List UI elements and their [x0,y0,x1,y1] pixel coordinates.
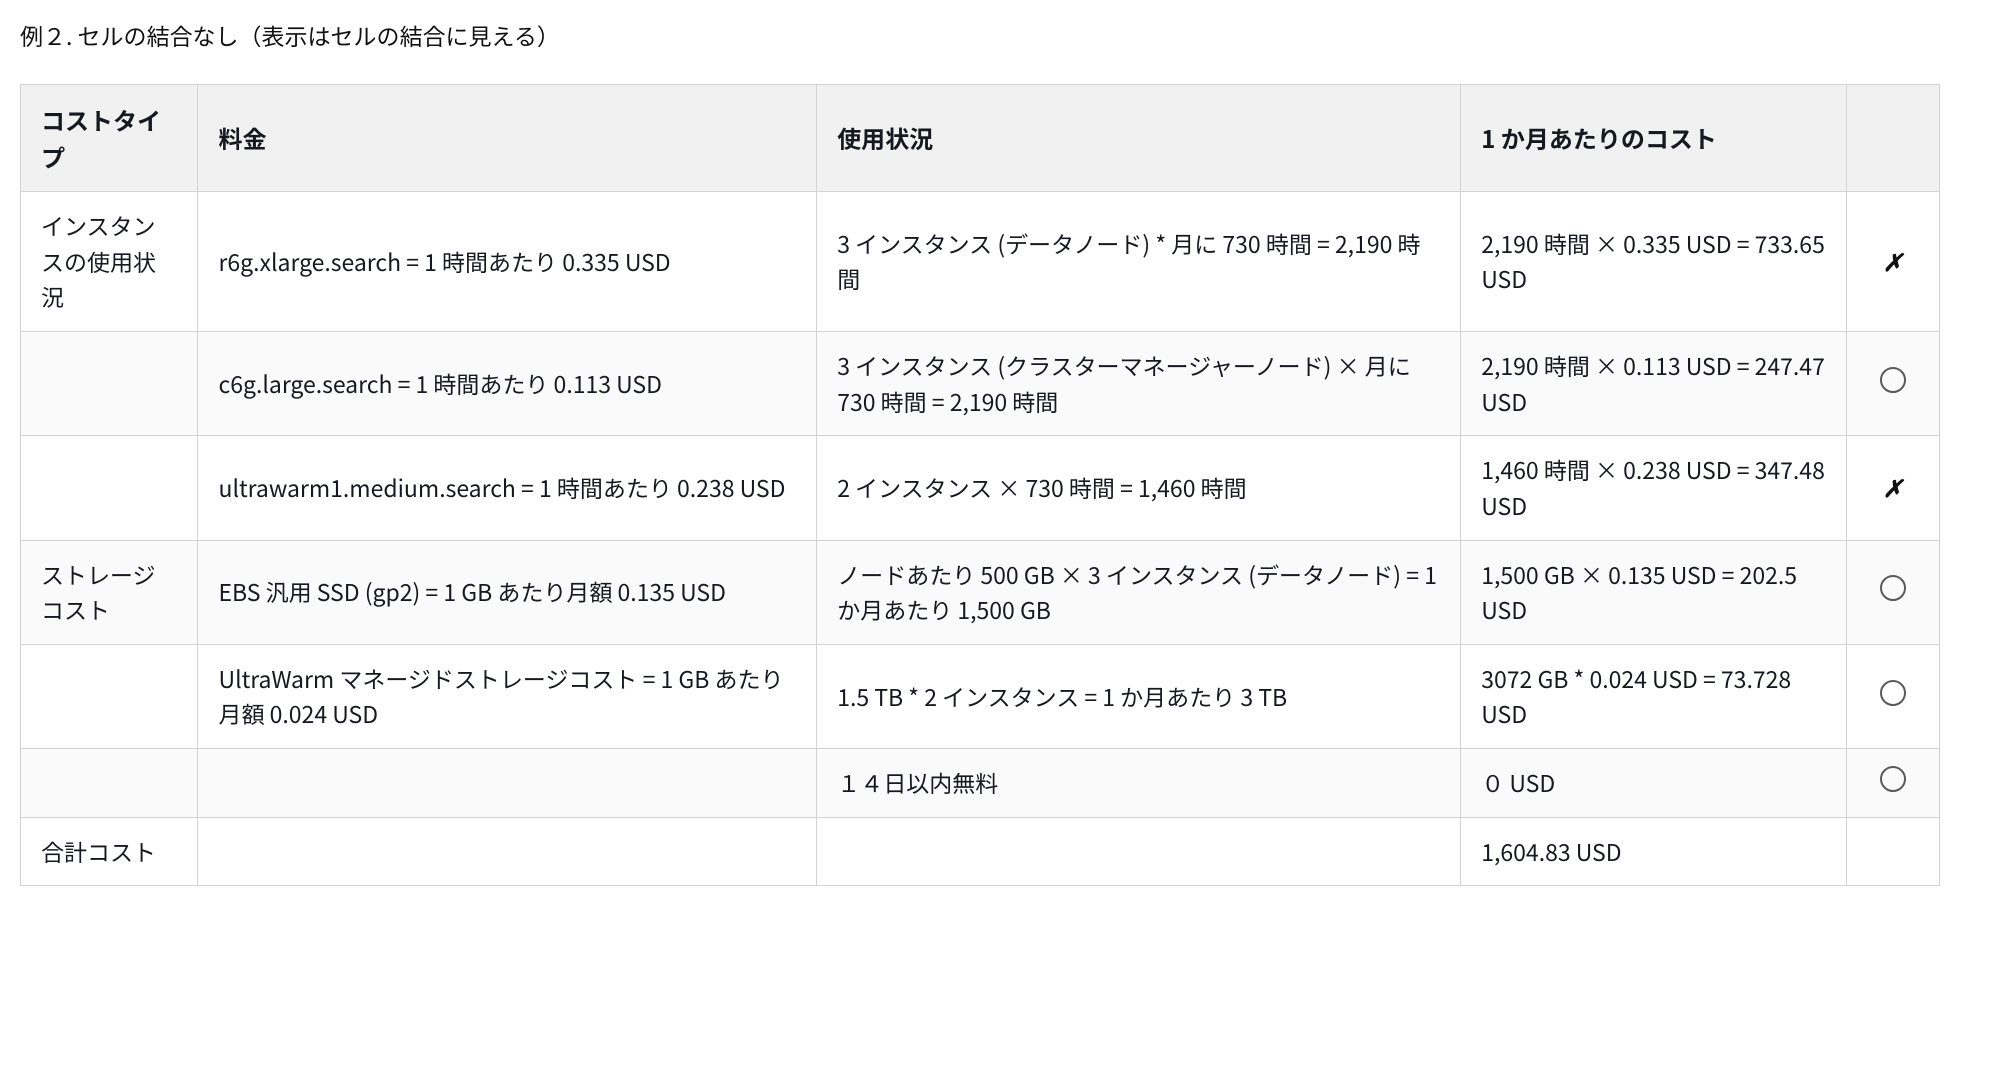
cell-per-month: 1,460 時間 × 0.238 USD = 347.48 USD [1461,436,1846,540]
table-row: 合計コスト 1,604.83 USD [21,817,1940,886]
page: 例２. セルの結合なし（表示はセルの結合に見える） コストタイプ 料金 使用状況… [0,0,1960,926]
circle-icon [1880,575,1906,601]
table-row: ストレージコスト EBS 汎用 SSD (gp2) = 1 GB あたり月額 0… [21,540,1940,644]
cell-mark [1846,331,1939,435]
table-header-row: コストタイプ 料金 使用状況 1 か月あたりのコスト [21,84,1940,191]
cell-cost-type: ストレージコスト [21,540,198,644]
cell-rate [198,749,817,818]
cell-per-month: 2,190 時間 × 0.335 USD = 733.65 USD [1461,192,1846,332]
col-header-per-month: 1 か月あたりのコスト [1461,84,1846,191]
cell-rate: r6g.xlarge.search = 1 時間あたり 0.335 USD [198,192,817,332]
cell-cost-type [21,644,198,748]
cell-mark [1846,749,1939,818]
circle-icon [1880,766,1906,792]
cell-usage [817,817,1461,886]
cell-mark [1846,644,1939,748]
cell-usage: 3 インスタンス (データノード) * 月に 730 時間 = 2,190 時間 [817,192,1461,332]
cell-rate: ultrawarm1.medium.search = 1 時間あたり 0.238… [198,436,817,540]
cell-usage: １４日以内無料 [817,749,1461,818]
cell-mark [1846,540,1939,644]
cell-rate: c6g.large.search = 1 時間あたり 0.113 USD [198,331,817,435]
table-row: １４日以内無料 ０ USD [21,749,1940,818]
cell-rate [198,817,817,886]
cell-mark: ✗ [1846,192,1939,332]
cell-rate: EBS 汎用 SSD (gp2) = 1 GB あたり月額 0.135 USD [198,540,817,644]
circle-icon [1880,680,1906,706]
table-row: UltraWarm マネージドストレージコスト = 1 GB あたり月額 0.0… [21,644,1940,748]
col-header-mark [1846,84,1939,191]
cell-usage: 1.5 TB * 2 インスタンス = 1 か月あたり 3 TB [817,644,1461,748]
cell-mark [1846,817,1939,886]
section-heading: 例２. セルの結合なし（表示はセルの結合に見える） [20,18,1940,54]
circle-icon [1880,367,1906,393]
x-icon: ✗ [1883,249,1903,273]
col-header-rate: 料金 [198,84,817,191]
x-icon: ✗ [1883,475,1903,499]
cell-usage: 3 インスタンス (クラスターマネージャーノード) × 月に 730 時間 = … [817,331,1461,435]
cell-per-month: 1,604.83 USD [1461,817,1846,886]
cell-usage: ノードあたり 500 GB × 3 インスタンス (データノード) = 1 か月… [817,540,1461,644]
table-row: インスタンスの使用状況 r6g.xlarge.search = 1 時間あたり … [21,192,1940,332]
cell-per-month: 1,500 GB × 0.135 USD = 202.5 USD [1461,540,1846,644]
cost-table-body: インスタンスの使用状況 r6g.xlarge.search = 1 時間あたり … [21,192,1940,886]
cell-cost-type [21,749,198,818]
cell-rate: UltraWarm マネージドストレージコスト = 1 GB あたり月額 0.0… [198,644,817,748]
cell-cost-type [21,436,198,540]
cost-table: コストタイプ 料金 使用状況 1 か月あたりのコスト インスタンスの使用状況 r… [20,84,1940,887]
col-header-cost-type: コストタイプ [21,84,198,191]
col-header-usage: 使用状況 [817,84,1461,191]
cell-mark: ✗ [1846,436,1939,540]
cell-per-month: ０ USD [1461,749,1846,818]
cell-cost-type: 合計コスト [21,817,198,886]
cell-cost-type: インスタンスの使用状況 [21,192,198,332]
cell-cost-type [21,331,198,435]
cell-per-month: 2,190 時間 × 0.113 USD = 247.47 USD [1461,331,1846,435]
cell-per-month: 3072 GB * 0.024 USD = 73.728 USD [1461,644,1846,748]
table-row: ultrawarm1.medium.search = 1 時間あたり 0.238… [21,436,1940,540]
table-row: c6g.large.search = 1 時間あたり 0.113 USD 3 イ… [21,331,1940,435]
cell-usage: 2 インスタンス × 730 時間 = 1,460 時間 [817,436,1461,540]
